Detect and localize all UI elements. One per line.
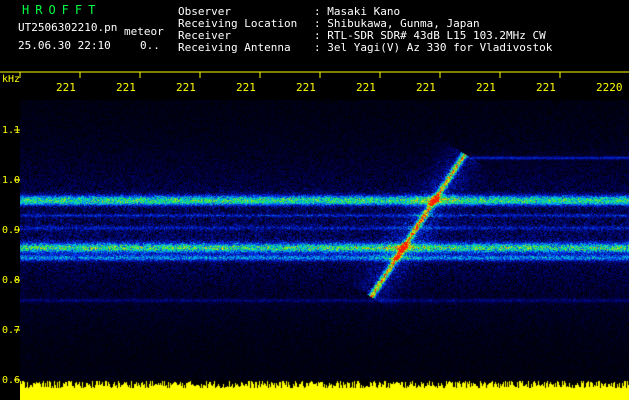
spectrogram bbox=[20, 100, 629, 380]
amplitude-strip bbox=[20, 380, 629, 400]
